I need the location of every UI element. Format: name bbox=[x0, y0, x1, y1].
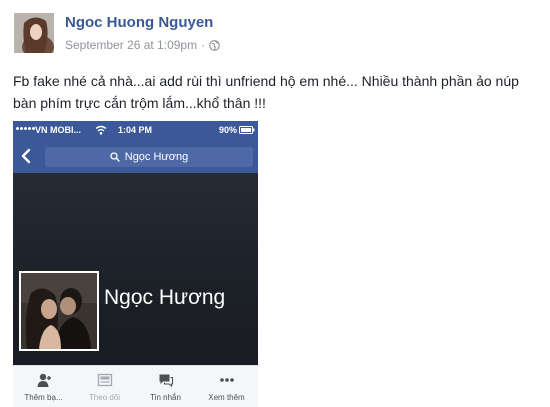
avatar-photo bbox=[14, 13, 54, 53]
follow-label: Theo dõi bbox=[88, 393, 121, 402]
more-label: Xem thêm bbox=[208, 393, 245, 402]
phone-status-bar: VN MOBI... 1:04 PM 90% bbox=[13, 121, 258, 141]
wifi-icon bbox=[95, 125, 107, 135]
add-friend-button[interactable]: Thêm bạ... bbox=[13, 366, 74, 407]
profile-name: Ngọc Hương bbox=[104, 286, 226, 309]
message-label: Tin nhắn bbox=[150, 393, 181, 402]
more-button[interactable]: Xem thêm bbox=[196, 366, 257, 407]
back-chevron-icon[interactable] bbox=[19, 148, 33, 164]
add-friend-icon bbox=[37, 373, 51, 387]
meta-separator: · bbox=[201, 38, 206, 52]
author-name[interactable]: Ngoc Huong Nguyen bbox=[65, 14, 213, 31]
author-avatar[interactable] bbox=[14, 13, 54, 53]
profile-action-bar: Thêm bạ... Theo dõi Tin nhắn Xem thêm bbox=[13, 365, 258, 407]
post-timestamp[interactable]: September 26 at 1:09pm bbox=[65, 38, 197, 52]
phone-screenshot: VN MOBI... 1:04 PM 90% Ngọc Hương Ngọc H… bbox=[13, 121, 258, 407]
more-icon bbox=[219, 378, 234, 382]
profile-photo-image bbox=[21, 273, 97, 349]
search-text: Ngọc Hương bbox=[124, 151, 189, 163]
phone-nav-bar: Ngọc Hương bbox=[13, 141, 258, 173]
post-meta: September 26 at 1:09pm · bbox=[65, 38, 220, 52]
search-bar[interactable]: Ngọc Hương bbox=[45, 147, 253, 167]
add-friend-label: Thêm bạ... bbox=[24, 393, 63, 402]
message-icon bbox=[159, 374, 173, 388]
signal-icon bbox=[16, 127, 35, 130]
profile-picture[interactable] bbox=[19, 271, 99, 351]
message-button[interactable]: Tin nhắn bbox=[135, 366, 196, 407]
search-icon bbox=[110, 152, 120, 162]
battery-icon bbox=[239, 126, 255, 134]
globe-icon[interactable] bbox=[209, 39, 220, 51]
status-time: 1:04 PM bbox=[118, 125, 153, 135]
carrier-label: VN MOBI... bbox=[35, 125, 82, 135]
battery-percent: 90% bbox=[219, 125, 238, 135]
post-text: Fb fake nhé cả nhà...ai add rùi thì unfr… bbox=[13, 73, 519, 111]
follow-button[interactable]: Theo dõi bbox=[74, 366, 135, 407]
follow-icon bbox=[97, 373, 112, 387]
